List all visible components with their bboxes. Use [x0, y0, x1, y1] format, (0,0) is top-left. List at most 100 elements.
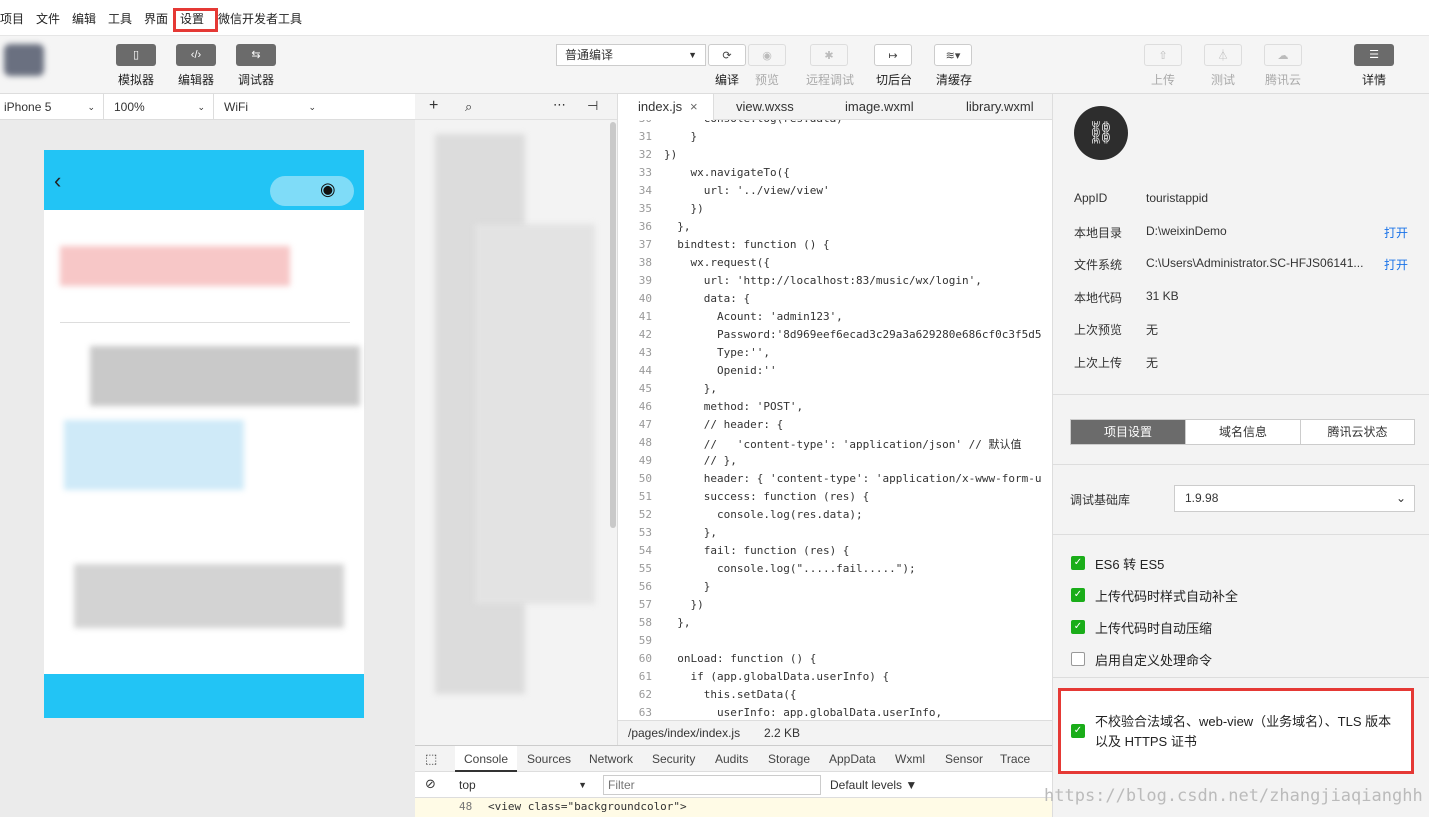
flask-icon: ⏃	[1217, 50, 1229, 62]
devtools-tab-network[interactable]: Network	[589, 746, 633, 772]
devtools-tab-sources[interactable]: Sources	[527, 746, 571, 772]
chevron-down-icon: ⌄	[308, 102, 316, 112]
open-link[interactable]: 打开	[1384, 224, 1408, 241]
devtools-tab-storage[interactable]: Storage	[768, 746, 810, 772]
add-icon[interactable]: +	[429, 97, 438, 115]
file-tree-scrollbar[interactable]	[610, 122, 616, 528]
lib-version-select[interactable]: 1.9.98 ⌄	[1174, 485, 1415, 512]
tab-tencent-cloud-status[interactable]: 腾讯云状态	[1301, 420, 1414, 444]
line-number: 45	[638, 382, 652, 395]
background-button[interactable]: ↦	[874, 44, 912, 66]
devtools-tabs: ⬚ Console Sources Network Security Audit…	[415, 746, 1052, 772]
file-tree-panel: + ⌕ ⋯ ⊣	[415, 94, 618, 745]
info-key: 本地目录	[1074, 225, 1123, 240]
cloud-icon: ☁	[1277, 50, 1289, 62]
code-line: // header: {	[664, 418, 784, 431]
menu-view[interactable]: 界面	[144, 10, 168, 27]
search-icon[interactable]: ⌕	[465, 99, 472, 115]
devtools-tab-wxml[interactable]: Wxml	[895, 746, 925, 772]
compile-mode-value: 普通编译	[565, 48, 614, 62]
code-line: console.log(".....fail.....");	[664, 562, 916, 575]
option-checkbox[interactable]	[1071, 652, 1085, 666]
inspect-icon[interactable]: ⬚	[425, 751, 437, 767]
mini-program-tabbar[interactable]	[44, 674, 364, 718]
test-button[interactable]: ⏃	[1204, 44, 1242, 66]
code-line: Type:'',	[664, 346, 770, 359]
device-select[interactable]: iPhone 5 ⌄	[0, 94, 104, 120]
option-checkbox[interactable]: ✓	[1071, 556, 1085, 570]
skip-domain-check-checkbox[interactable]: ✓	[1071, 724, 1085, 738]
editor-label: 编辑器	[177, 73, 214, 87]
line-number: 63	[638, 706, 652, 719]
devtools-tab-sensor[interactable]: Sensor	[945, 746, 983, 772]
line-number: 43	[638, 346, 652, 359]
menu-icon: ☰	[1369, 49, 1379, 61]
menu-project[interactable]: 项目	[0, 10, 24, 27]
info-key: 本地代码	[1074, 290, 1123, 305]
code-line: method: 'POST',	[664, 400, 804, 413]
line-number: 32	[638, 148, 652, 161]
compile-mode-select[interactable]: 普通编译 ▼	[556, 44, 706, 66]
clear-cache-label: 清缓存	[935, 73, 972, 87]
network-value: WiFi	[224, 100, 248, 114]
devtools-tab-trace[interactable]: Trace	[1000, 746, 1030, 772]
tab-project-settings[interactable]: 项目设置	[1071, 420, 1186, 444]
tab-index-js[interactable]: index.js ×	[618, 94, 714, 120]
tencent-cloud-button[interactable]: ☁	[1264, 44, 1302, 66]
back-arrow-icon[interactable]: ‹	[54, 168, 61, 194]
devtools-tab-appdata[interactable]: AppData	[829, 746, 876, 772]
debugger-button[interactable]: ⇆	[236, 44, 276, 66]
editor-button[interactable]: ‹/›	[176, 44, 216, 66]
simulator-button[interactable]: ▯	[116, 44, 156, 66]
menu-wechat-devtools[interactable]: 微信开发者工具	[218, 10, 302, 27]
option-label: 上传代码时样式自动补全	[1095, 589, 1239, 604]
menu-tools[interactable]: 工具	[108, 10, 132, 27]
devtools-tab-audits[interactable]: Audits	[715, 746, 748, 772]
line-number: 56	[638, 580, 652, 593]
tab-image-wxml[interactable]: image.wxml	[845, 94, 914, 120]
option-checkbox[interactable]: ✓	[1071, 620, 1085, 634]
info-value: touristappid	[1146, 191, 1209, 205]
clear-cache-button[interactable]: ≋▾	[934, 44, 972, 66]
tab-library-wxml[interactable]: library.wxml	[966, 94, 1034, 120]
devtools-tab-console[interactable]: Console	[455, 746, 517, 772]
code-area[interactable]: 30 console.log(res.data) 31 } 32}) 33 wx.na…	[618, 120, 1052, 720]
code-line: header: { 'content-type': 'application/x…	[664, 472, 1042, 485]
upload-button[interactable]: ⇧	[1144, 44, 1182, 66]
menu-edit[interactable]: 编辑	[72, 10, 96, 27]
code-line: })	[664, 598, 704, 611]
clear-console-icon[interactable]: ⊘	[425, 776, 436, 792]
open-link[interactable]: 打开	[1384, 256, 1408, 273]
tab-domain-info[interactable]: 域名信息	[1186, 420, 1301, 444]
info-value: 无	[1146, 323, 1159, 337]
default-levels-select[interactable]: Default levels ▼	[830, 778, 917, 792]
line-number: 59	[638, 634, 652, 647]
menu-file[interactable]: 文件	[36, 10, 60, 27]
details-button[interactable]: ☰	[1354, 44, 1394, 66]
line-number: 41	[638, 310, 652, 323]
tab-view-wxss[interactable]: view.wxss	[736, 94, 794, 120]
compile-button[interactable]: ⟳	[708, 44, 746, 66]
info-key: 文件系统	[1074, 258, 1123, 272]
line-number: 51	[638, 490, 652, 503]
remote-debug-button[interactable]: ✱	[810, 44, 848, 66]
devtools-tab-security[interactable]: Security	[652, 746, 695, 772]
code-line: wx.request({	[664, 256, 770, 269]
code-line: },	[664, 382, 717, 395]
context-select[interactable]: top ▼	[455, 775, 591, 795]
capsule-menu[interactable]: ◉	[270, 176, 354, 206]
more-icon[interactable]: ⋯	[553, 97, 566, 113]
close-icon[interactable]: ×	[690, 94, 698, 120]
line-number: 50	[638, 472, 652, 485]
preview-button[interactable]: ◉	[748, 44, 786, 66]
collapse-panel-icon[interactable]: ⊣	[587, 98, 598, 114]
option-checkbox[interactable]: ✓	[1071, 588, 1085, 602]
background-label: 切后台	[875, 73, 912, 87]
close-target-icon[interactable]: ◉	[320, 179, 336, 200]
zoom-select[interactable]: 100% ⌄	[104, 94, 214, 120]
code-line: bindtest: function () {	[664, 238, 830, 251]
user-avatar[interactable]	[4, 44, 44, 76]
console-filter-input[interactable]	[603, 775, 821, 795]
simulator-screen[interactable]: ‹ ◉	[44, 150, 364, 718]
network-select[interactable]: WiFi ⌄	[214, 94, 324, 120]
